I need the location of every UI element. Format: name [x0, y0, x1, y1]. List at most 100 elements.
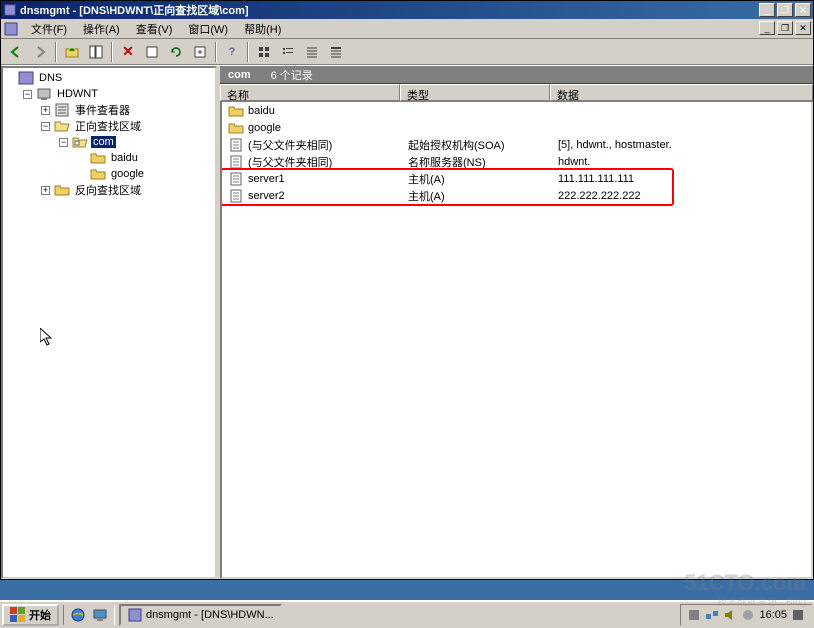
collapse-icon[interactable]: −	[41, 122, 50, 131]
properties-icon	[145, 45, 159, 59]
dns-app-icon	[3, 3, 17, 17]
tree-event-label: 事件查看器	[73, 102, 132, 118]
list-header: 名称 类型 数据	[220, 84, 813, 102]
menu-window[interactable]: 窗口(W)	[180, 19, 236, 39]
column-name[interactable]: 名称	[220, 84, 400, 101]
cell-data: 222.222.222.222	[552, 190, 811, 202]
ie-button[interactable]	[68, 605, 88, 625]
tree-panel[interactable]: DNS − HDWNT + 事件查看器 −	[1, 66, 217, 579]
mdi-restore[interactable]: ❐	[777, 21, 793, 35]
help-icon: ?	[229, 46, 236, 58]
tree-root-dns[interactable]: DNS	[5, 70, 213, 86]
column-data[interactable]: 数据	[550, 84, 813, 101]
list-icon	[305, 45, 319, 59]
folder-icon	[228, 104, 244, 118]
list-body[interactable]: baidugoogle(与父文件夹相同)起始授权机构(SOA)[5], hdwn…	[220, 102, 813, 579]
delete-icon: ✕	[122, 43, 134, 60]
list-row[interactable]: server1主机(A)111.111.111.111	[222, 170, 811, 187]
menu-help[interactable]: 帮助(H)	[236, 19, 289, 39]
record-icon	[228, 138, 244, 152]
forward-button[interactable]	[29, 41, 51, 63]
cell-data: 111.111.111.111	[552, 173, 811, 185]
tree-forward-zones[interactable]: − 正向查找区域	[41, 118, 213, 134]
tree-reverse-label: 反向查找区域	[73, 182, 143, 198]
ie-icon	[70, 607, 86, 623]
small-icons-icon	[281, 45, 295, 59]
tray-network-icon[interactable]	[705, 608, 719, 622]
tree-google[interactable]: google	[77, 166, 213, 182]
taskbar: 开始 dnsmgmt - [DNS\HDWN... 16:05	[0, 600, 814, 628]
tray-volume-icon[interactable]	[723, 608, 737, 622]
arrow-left-icon	[9, 45, 23, 59]
content-area: DNS − HDWNT + 事件查看器 −	[1, 65, 813, 579]
cell-name: (与父文件夹相同)	[222, 137, 402, 153]
column-type[interactable]: 类型	[400, 84, 550, 101]
folder-icon	[90, 151, 106, 165]
tree-dns-label: DNS	[37, 72, 64, 84]
maximize-button[interactable]: ❐	[777, 3, 793, 17]
view-large-button[interactable]	[253, 41, 275, 63]
record-icon	[228, 155, 244, 169]
tray-icon-4[interactable]	[741, 608, 755, 622]
system-tray[interactable]: 16:05	[680, 604, 812, 626]
view-list-button[interactable]	[301, 41, 323, 63]
window-title: dnsmgmt - [DNS\HDWNT\正向查找区域\com]	[20, 2, 757, 18]
cell-name: baidu	[222, 104, 402, 118]
tree-server[interactable]: − HDWNT	[23, 86, 213, 102]
separator	[247, 42, 249, 62]
list-row[interactable]: server2主机(A)222.222.222.222	[222, 187, 811, 204]
menubar: 文件(F) 操作(A) 查看(V) 窗口(W) 帮助(H)	[1, 19, 813, 39]
collapse-icon[interactable]: −	[59, 138, 68, 147]
help-button[interactable]: ?	[221, 41, 243, 63]
tree-server-label: HDWNT	[55, 88, 100, 100]
list-row[interactable]: (与父文件夹相同)起始授权机构(SOA)[5], hdwnt., hostmas…	[222, 136, 811, 153]
tree-reverse-zones[interactable]: + 反向查找区域	[41, 182, 213, 198]
view-detail-button[interactable]	[325, 41, 347, 63]
refresh-icon	[169, 45, 183, 59]
list-panel: com 6 个记录 名称 类型 数据 baidugoogle(与父文件夹相同)起…	[220, 66, 813, 579]
properties-button[interactable]	[141, 41, 163, 63]
titlebar[interactable]: dnsmgmt - [DNS\HDWNT\正向查找区域\com] _ ❐ ✕	[1, 1, 813, 19]
back-button[interactable]	[5, 41, 27, 63]
task-dnsmgmt[interactable]: dnsmgmt - [DNS\HDWN...	[119, 604, 282, 626]
close-button[interactable]: ✕	[795, 3, 811, 17]
minimize-button[interactable]: _	[759, 3, 775, 17]
cell-type: 名称服务器(NS)	[402, 154, 552, 170]
list-row[interactable]: (与父文件夹相同)名称服务器(NS)hdwnt.	[222, 153, 811, 170]
menu-file[interactable]: 文件(F)	[23, 19, 75, 39]
mdi-icon[interactable]	[3, 21, 19, 37]
export-button[interactable]	[189, 41, 211, 63]
desktop-button[interactable]	[90, 605, 110, 625]
expand-icon[interactable]: +	[41, 106, 50, 115]
delete-button[interactable]: ✕	[117, 41, 139, 63]
cell-data: hdwnt.	[552, 156, 811, 168]
cell-type: 主机(A)	[402, 188, 552, 204]
refresh-button[interactable]	[165, 41, 187, 63]
collapse-icon[interactable]: −	[23, 90, 32, 99]
tray-clock[interactable]: 16:05	[759, 609, 787, 621]
tree-com-zone[interactable]: − com	[59, 134, 213, 150]
show-hide-tree-button[interactable]	[85, 41, 107, 63]
start-button[interactable]: 开始	[2, 604, 59, 626]
menu-view[interactable]: 查看(V)	[128, 19, 181, 39]
view-small-button[interactable]	[277, 41, 299, 63]
menu-action[interactable]: 操作(A)	[75, 19, 128, 39]
list-row[interactable]: baidu	[222, 102, 811, 119]
up-button[interactable]	[61, 41, 83, 63]
folder-open-icon	[54, 119, 70, 133]
separator	[215, 42, 217, 62]
cell-name: server2	[222, 189, 402, 203]
tray-icon-1[interactable]	[687, 608, 701, 622]
mdi-controls: _ ❐ ✕	[757, 21, 811, 35]
tree-baidu[interactable]: baidu	[77, 150, 213, 166]
mdi-minimize[interactable]: _	[759, 21, 775, 35]
folder-icon	[90, 167, 106, 181]
tray-icon-5[interactable]	[791, 608, 805, 622]
record-count: 6 个记录	[271, 67, 313, 83]
tree-event-viewer[interactable]: + 事件查看器	[41, 102, 213, 118]
cell-name: (与父文件夹相同)	[222, 154, 402, 170]
mdi-close[interactable]: ✕	[795, 21, 811, 35]
record-icon	[228, 172, 244, 186]
list-row[interactable]: google	[222, 119, 811, 136]
expand-icon[interactable]: +	[41, 186, 50, 195]
